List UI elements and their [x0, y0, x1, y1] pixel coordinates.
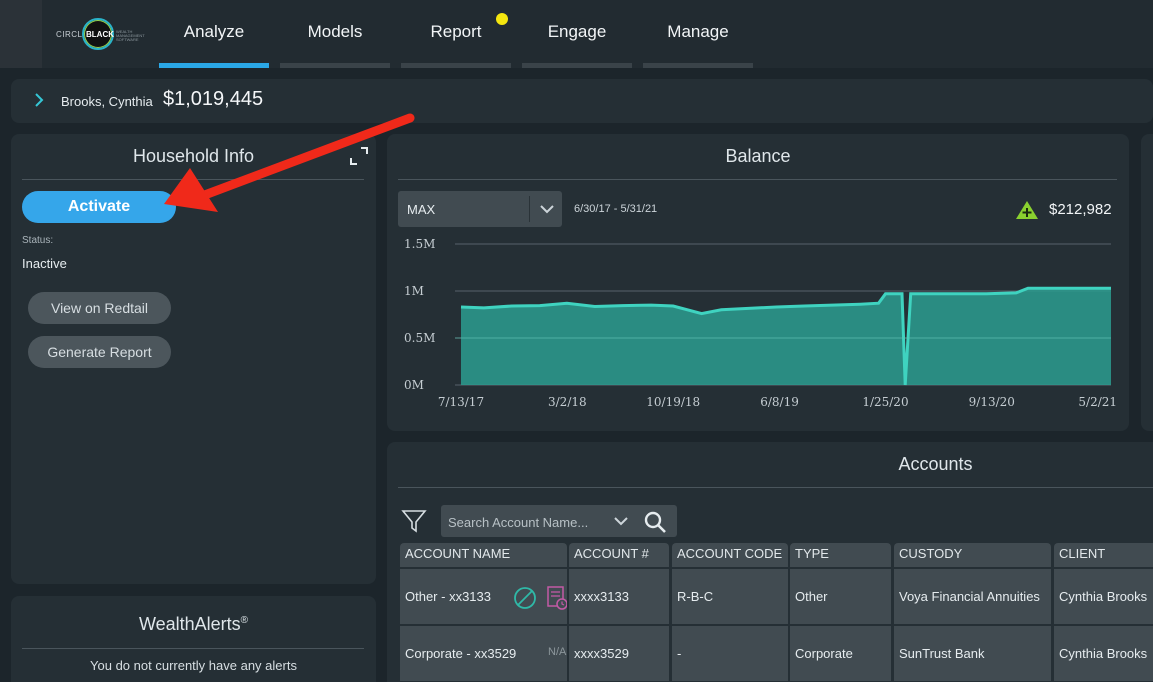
column-header-type[interactable]: TYPE — [790, 543, 891, 567]
collapsed-side-panel — [1141, 134, 1153, 431]
account-code-1: R-B-C — [672, 569, 788, 624]
no-alerts-message: You do not currently have any alerts — [90, 658, 297, 673]
chevron-down-icon[interactable] — [538, 200, 556, 218]
y-tick-label: 1.5M — [404, 237, 435, 251]
y-tick-label: 1M — [404, 284, 424, 298]
column-header-client[interactable]: CLIENT — [1054, 543, 1153, 567]
tab-models[interactable]: Models — [280, 0, 390, 68]
view-on-redtail-button[interactable]: View on Redtail — [28, 292, 171, 324]
account-number-1: xxxx3133 — [569, 569, 669, 624]
accounts-divider — [398, 487, 1153, 488]
table-row-1-account-name[interactable]: Other - xx3133 — [400, 569, 567, 624]
tab-analyze-label: Analyze — [183, 22, 245, 41]
wealth-alerts-divider — [22, 648, 364, 649]
y-tick-label: 0M — [404, 378, 424, 392]
logo-tagline: WEALTH MANAGEMENT SOFTWARE — [116, 29, 145, 42]
account-type-2: Corporate — [790, 626, 891, 681]
balance-divider — [398, 179, 1117, 180]
balance-panel: Balance MAX 6/30/17 - 5/31/21 $212,982 1… — [387, 134, 1129, 431]
account-client-2: Cynthia Brooks — [1054, 626, 1153, 681]
account-code-2: - — [672, 626, 788, 681]
balance-chart: 1.5M 1M 0.5M 0M 7/13/17 3/2/18 10/19/18 6/8/19 1… — [404, 237, 1117, 409]
filter-icon[interactable] — [401, 508, 427, 534]
blocked-icon[interactable] — [513, 586, 537, 610]
account-search-placeholder: Search Account Name... — [448, 515, 589, 530]
generate-report-button[interactable]: Generate Report — [28, 336, 171, 368]
x-tick-label: 9/13/20 — [969, 395, 1015, 409]
range-select-separator — [529, 196, 530, 222]
wealth-alerts-title-text: WealthAlerts — [138, 614, 241, 634]
nav-corner — [0, 0, 42, 68]
date-range: 6/30/17 - 5/31/21 — [574, 203, 658, 215]
increase-triangle-icon — [1016, 201, 1038, 219]
tab-models-underline — [280, 63, 390, 68]
account-custody-1: Voya Financial Annuities — [894, 569, 1051, 624]
wealth-alerts-title: WealthAlerts® — [11, 614, 376, 635]
column-header-account-code[interactable]: ACCOUNT CODE — [672, 543, 788, 567]
x-tick-label: 7/13/17 — [438, 395, 484, 409]
tab-analyze[interactable]: Analyze — [159, 0, 269, 68]
tab-analyze-underline — [159, 63, 269, 68]
y-tick-label: 0.5M — [404, 331, 435, 345]
tab-report[interactable]: Report — [401, 0, 511, 68]
account-custody-2: SunTrust Bank — [894, 626, 1051, 681]
account-number-2: xxxx3529 — [569, 626, 669, 681]
search-icon[interactable] — [643, 510, 667, 534]
column-header-account-name[interactable]: ACCOUNT NAME — [400, 543, 567, 567]
circleblack-logo[interactable]: CIRCLE BLACK WEALTH MANAGEMENT SOFTWARE — [56, 18, 152, 52]
balance-change-value: $212,982 — [1049, 201, 1112, 218]
x-tick-label: 3/2/18 — [548, 395, 587, 409]
column-header-account-number[interactable]: ACCOUNT # — [569, 543, 669, 567]
tab-manage-underline — [643, 63, 753, 68]
x-tick-label: 1/25/20 — [862, 395, 908, 409]
tab-engage-label: Engage — [547, 22, 607, 41]
x-tick-label: 6/8/19 — [760, 395, 799, 409]
annotation-arrow — [164, 113, 415, 212]
tab-models-label: Models — [307, 22, 363, 41]
table-row-2-account-name[interactable]: Corporate - xx3529 N/A — [400, 626, 567, 681]
report-notification-dot — [496, 13, 508, 25]
tab-report-label: Report — [430, 22, 482, 41]
balance-title: Balance — [725, 146, 791, 166]
x-tick-label: 5/2/21 — [1078, 395, 1117, 409]
scheduled-document-icon[interactable] — [546, 586, 567, 610]
tab-report-underline — [401, 63, 511, 68]
tab-engage[interactable]: Engage — [522, 0, 632, 68]
account-name-1: Other - xx3133 — [405, 589, 491, 604]
status-value: Inactive — [22, 256, 67, 271]
column-header-custody[interactable]: CUSTODY — [894, 543, 1051, 567]
range-select[interactable]: MAX — [398, 191, 562, 227]
tab-engage-underline — [522, 63, 632, 68]
activate-button[interactable]: Activate — [22, 191, 176, 223]
accounts-panel: Accounts Search Account Name... ACCOUNT … — [387, 442, 1153, 682]
account-search-input[interactable]: Search Account Name... — [441, 505, 677, 537]
account-client-1: Cynthia Brooks — [1054, 569, 1153, 624]
client-name: Brooks, Cynthia — [61, 94, 153, 109]
account-name-2: Corporate - xx3529 — [405, 646, 517, 661]
wealth-alerts-panel: WealthAlerts® You do not currently have … — [11, 596, 376, 682]
top-nav: CIRCLE BLACK WEALTH MANAGEMENT SOFTWARE … — [0, 0, 1153, 68]
status-label: Status: — [22, 235, 54, 246]
account-note-2: N/A — [548, 646, 567, 658]
chevron-down-icon[interactable] — [613, 513, 629, 529]
chevron-right-icon[interactable] — [33, 91, 45, 114]
x-tick-label: 10/19/18 — [646, 395, 700, 409]
logo-text-black: BLACK — [86, 30, 114, 39]
accounts-title: Accounts — [898, 454, 973, 474]
account-type-1: Other — [790, 569, 891, 624]
tab-manage[interactable]: Manage — [643, 0, 753, 68]
tab-manage-label: Manage — [667, 22, 729, 41]
trademark-mark: ® — [240, 615, 249, 626]
